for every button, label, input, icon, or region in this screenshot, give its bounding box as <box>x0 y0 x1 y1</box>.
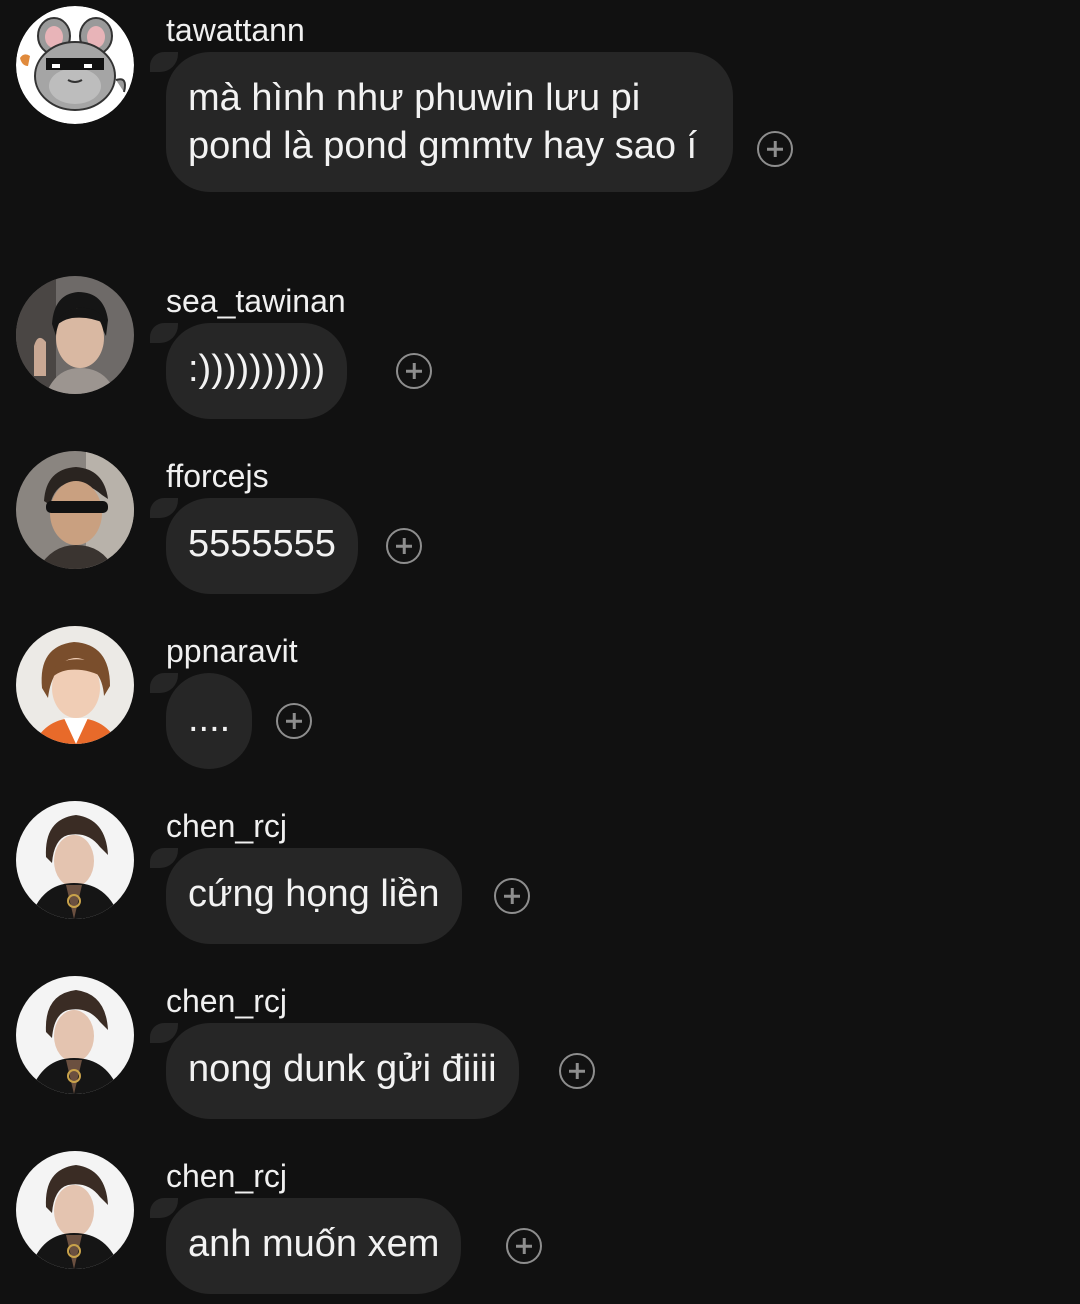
message-bubble[interactable]: 5555555 <box>166 498 358 594</box>
username[interactable]: chen_rcj <box>166 983 287 1019</box>
message-text: cứng họng liền <box>188 873 440 915</box>
add-reaction-icon[interactable] <box>757 131 793 167</box>
message-bubble[interactable]: cứng họng liền <box>166 848 462 944</box>
avatar[interactable] <box>16 276 134 394</box>
message-text: .... <box>188 698 231 740</box>
message-bubble[interactable]: :)))))))))) <box>166 323 348 419</box>
username[interactable]: tawattann <box>166 12 305 48</box>
message-bubble[interactable]: mà hình như phuwin lưu pi pond là pond g… <box>166 52 733 192</box>
message-thread: tawattann mà hình như phuwin lưu pi pond… <box>0 0 1080 1304</box>
add-reaction-icon[interactable] <box>386 528 422 564</box>
message-bubble[interactable]: .... <box>166 673 252 769</box>
avatar[interactable] <box>16 976 134 1094</box>
avatar[interactable] <box>16 6 134 124</box>
username[interactable]: fforcejs <box>166 458 269 494</box>
message-text: 5555555 <box>188 523 336 565</box>
username[interactable]: chen_rcj <box>166 1158 287 1194</box>
message-text: :)))))))))) <box>188 348 326 390</box>
username[interactable]: chen_rcj <box>166 808 287 844</box>
add-reaction-icon[interactable] <box>396 353 432 389</box>
message-text: nong dunk gửi điiii <box>188 1048 497 1090</box>
message-text: mà hình như phuwin lưu pi pond là pond g… <box>188 77 698 167</box>
add-reaction-icon[interactable] <box>494 878 530 914</box>
avatar[interactable] <box>16 801 134 919</box>
message-bubble[interactable]: nong dunk gửi điiii <box>166 1023 519 1119</box>
add-reaction-icon[interactable] <box>276 703 312 739</box>
username[interactable]: sea_tawinan <box>166 283 346 319</box>
message-text: anh muốn xem <box>188 1223 440 1265</box>
avatar[interactable] <box>16 1151 134 1269</box>
username[interactable]: ppnaravit <box>166 633 298 669</box>
add-reaction-icon[interactable] <box>506 1228 542 1264</box>
avatar[interactable] <box>16 626 134 744</box>
avatar[interactable] <box>16 451 134 569</box>
message-bubble[interactable]: anh muốn xem <box>166 1198 462 1294</box>
add-reaction-icon[interactable] <box>559 1053 595 1089</box>
